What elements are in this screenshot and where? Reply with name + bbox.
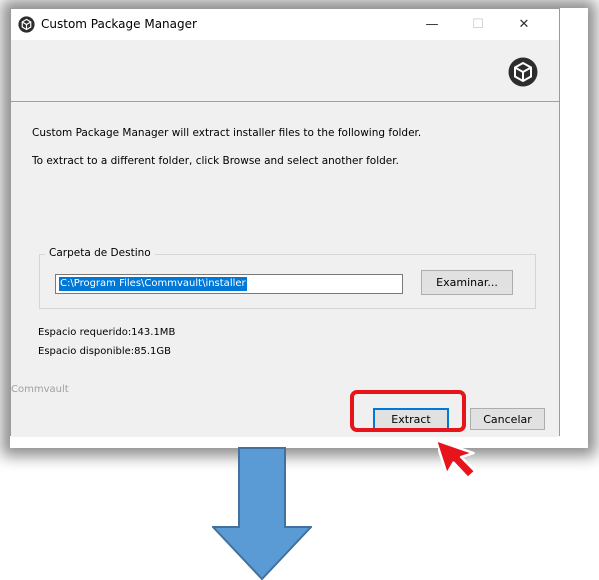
commvault-logo-icon [508, 57, 538, 87]
destination-path-value: C:\Program Files\Commvault\installer [59, 277, 247, 291]
brand-label: Commvault [11, 384, 69, 395]
browse-button[interactable]: Examinar... [421, 270, 513, 295]
cancel-button[interactable]: Cancelar [470, 408, 545, 430]
extract-info-text: Custom Package Manager will extract inst… [32, 127, 422, 139]
extract-highlight-box [350, 390, 466, 432]
window-title: Custom Package Manager [41, 17, 197, 31]
maximize-button[interactable]: ☐ [455, 9, 501, 40]
app-cube-icon [18, 16, 35, 33]
mouse-cursor-icon [438, 438, 477, 480]
minimize-button[interactable]: — [409, 9, 455, 40]
space-available-text: Espacio disponible:85.1GB [38, 346, 172, 357]
destination-path-field[interactable]: C:\Program Files\Commvault\installer [55, 274, 403, 294]
destination-group-label: Carpeta de Destino [45, 247, 155, 259]
title-bar[interactable]: Custom Package Manager — ☐ ✕ [11, 9, 559, 40]
close-button[interactable]: ✕ [501, 9, 547, 40]
space-required-text: Espacio requerido:143.1MB [38, 327, 176, 338]
down-arrow-icon [212, 447, 312, 580]
wizard-header [11, 40, 559, 102]
browse-info-text: To extract to a different folder, click … [32, 155, 399, 167]
custom-package-manager-window: Custom Package Manager — ☐ ✕ Custom Pack… [10, 8, 560, 437]
wizard-body: Custom Package Manager will extract inst… [11, 103, 559, 437]
